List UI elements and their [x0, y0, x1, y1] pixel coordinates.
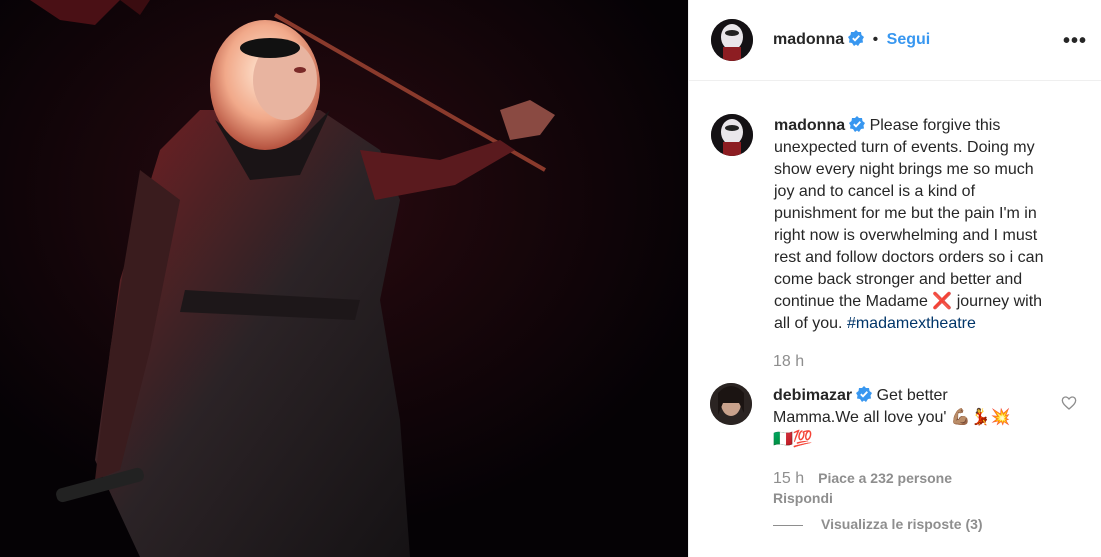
performer-photo-image	[0, 0, 688, 557]
view-replies-label: Visualizza le risposte (3)	[821, 516, 983, 532]
follow-button[interactable]: Segui	[887, 31, 931, 48]
post-header: madonna • Segui •••	[689, 0, 1101, 81]
comment-meta: 15 h Piace a 232 persone	[773, 470, 952, 488]
post-photo[interactable]	[0, 0, 688, 557]
verified-badge-icon	[856, 386, 873, 402]
caption-text: Please forgive this unexpected turn of e…	[774, 117, 1044, 310]
commenter-avatar[interactable]	[710, 383, 752, 425]
comment: debimazar Get better Mamma.We all love y…	[773, 385, 1053, 451]
comment-likes[interactable]: Piace a 232 persone	[818, 470, 952, 486]
author-avatar[interactable]	[711, 19, 753, 61]
caption-username[interactable]: madonna	[774, 117, 845, 134]
caption-author-avatar[interactable]	[711, 114, 753, 156]
verified-badge-icon	[848, 30, 865, 46]
like-comment-heart-icon[interactable]	[1061, 395, 1077, 416]
verified-badge-icon	[849, 116, 866, 132]
view-replies-button[interactable]: Visualizza le risposte (3)	[773, 516, 983, 532]
post-caption: madonna Please forgive this unexpected t…	[774, 115, 1074, 335]
hashtag-link[interactable]: #madamextheatre	[847, 315, 976, 332]
comment-username[interactable]: debimazar	[773, 387, 852, 404]
more-options-icon[interactable]: •••	[1063, 30, 1087, 53]
caption-timestamp[interactable]: 18 h	[773, 353, 804, 371]
x-emoji-icon: ❌	[932, 293, 953, 310]
instagram-post: madonna • Segui ••• madonna Please forgi…	[0, 0, 1101, 557]
reply-button[interactable]: Rispondi	[773, 490, 833, 506]
separator-dot: •	[872, 31, 879, 48]
replies-divider	[773, 524, 803, 526]
author-username[interactable]: madonna	[773, 31, 844, 48]
comment-timestamp[interactable]: 15 h	[773, 470, 804, 487]
